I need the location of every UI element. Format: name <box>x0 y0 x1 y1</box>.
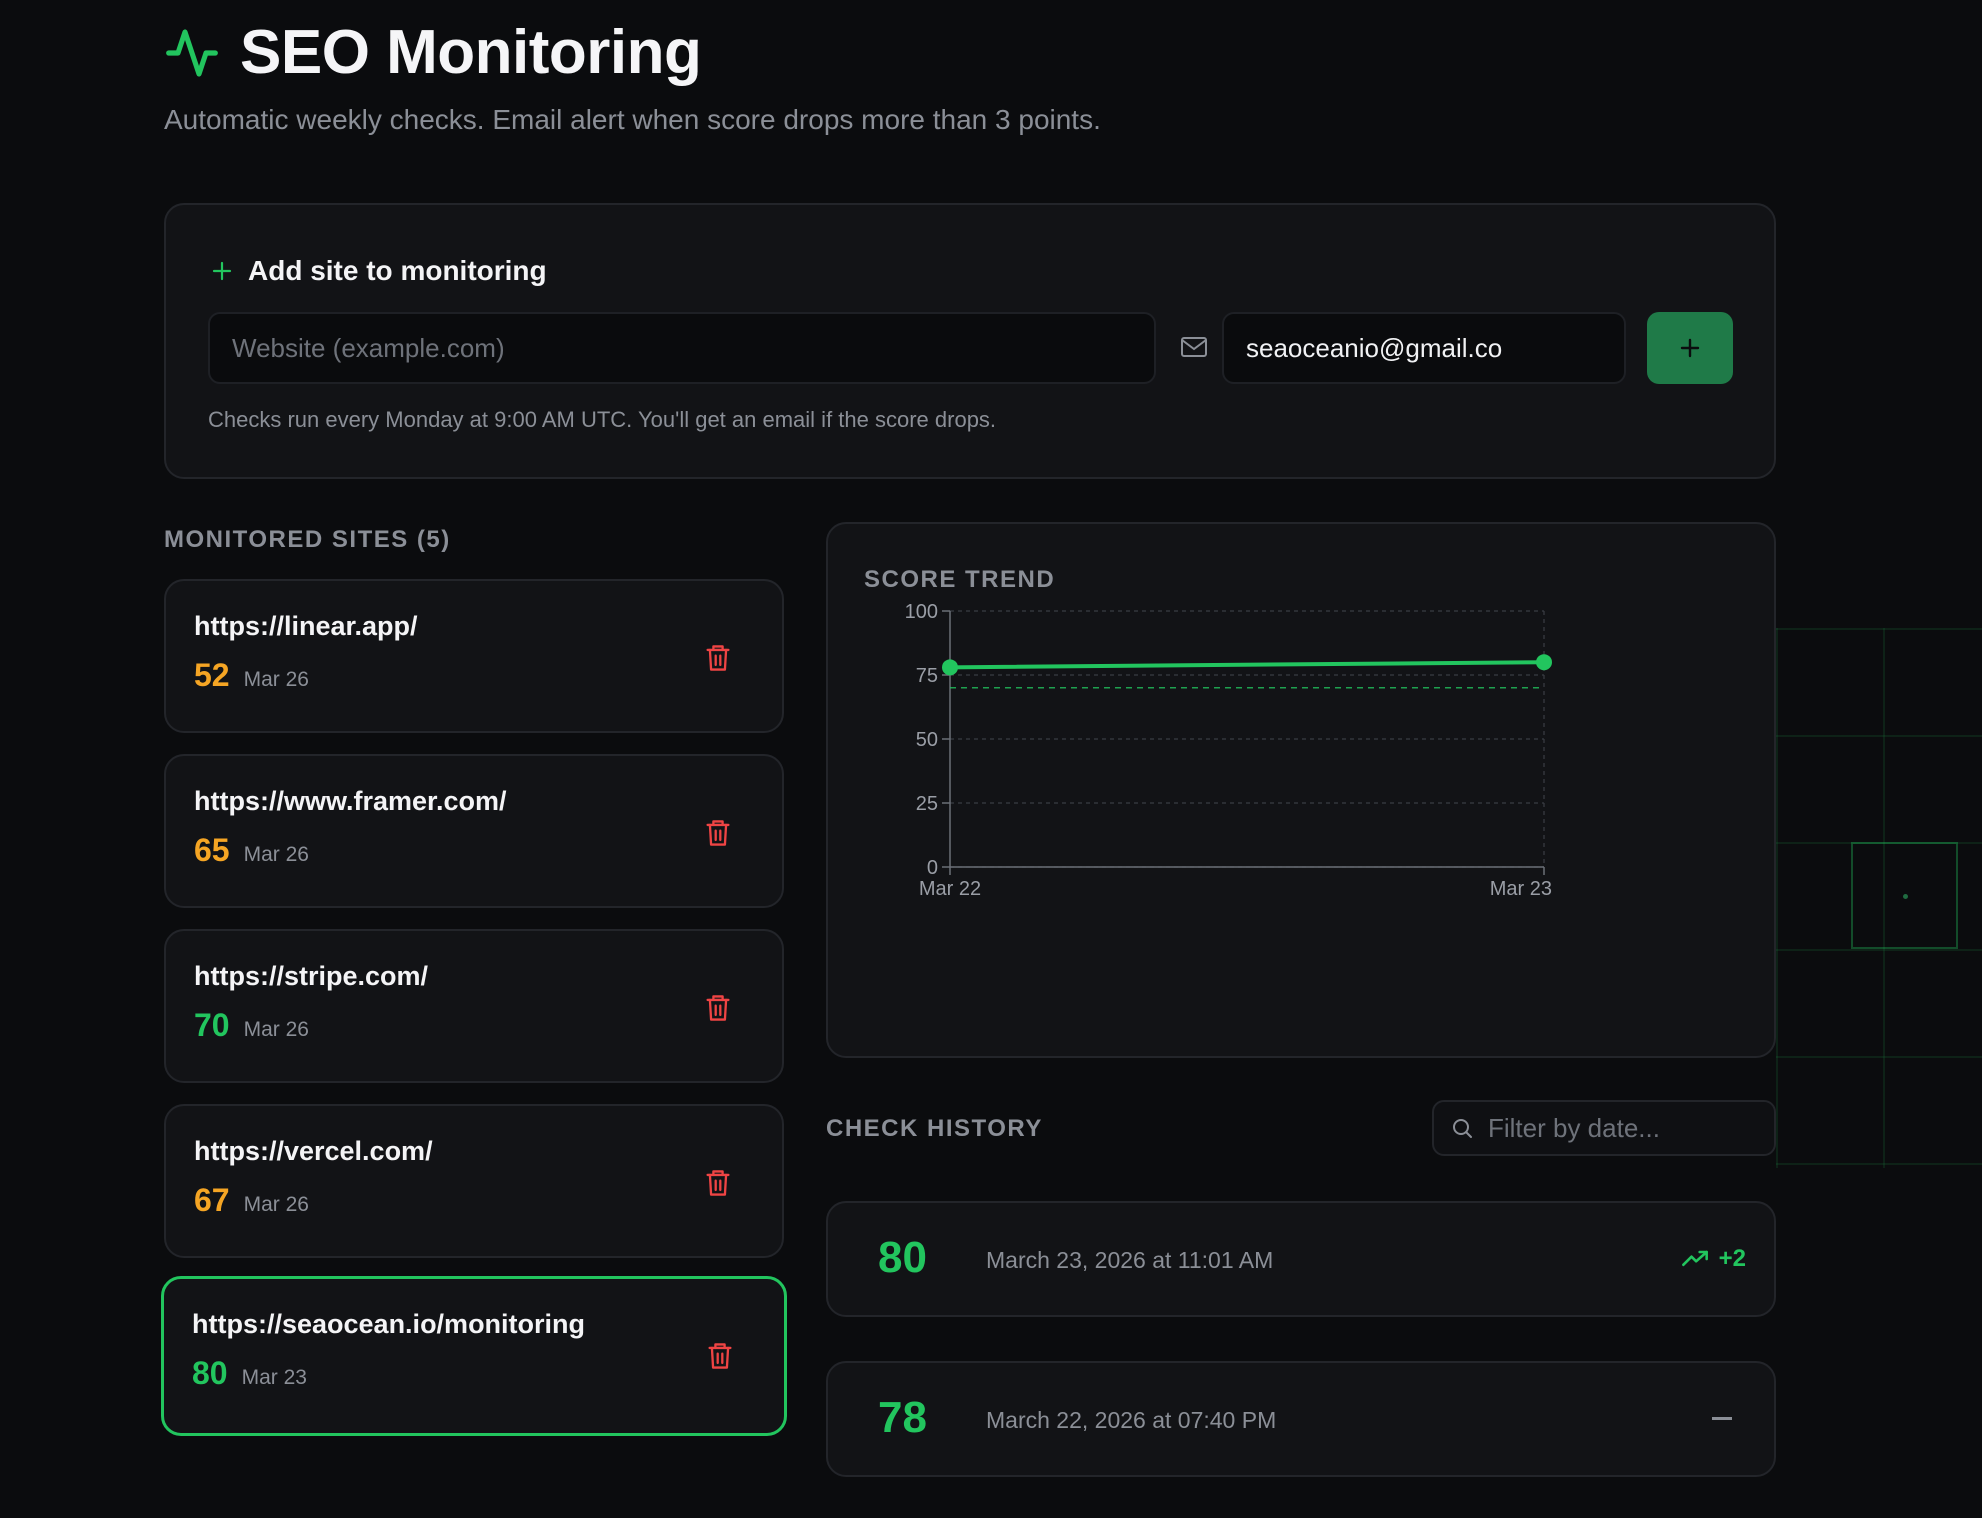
y-tick-label: 0 <box>927 857 938 879</box>
website-input-placeholder: Website (example.com) <box>232 332 505 363</box>
page-subtitle: Automatic weekly checks. Email alert whe… <box>164 104 1101 135</box>
site-url: https://stripe.com/ <box>194 961 429 991</box>
trash-icon[interactable] <box>704 643 732 673</box>
history-row[interactable]: 80 March 23, 2026 at 11:01 AM +2 <box>826 1201 1776 1317</box>
site-url: https://linear.app/ <box>194 611 418 641</box>
data-point <box>1536 654 1552 671</box>
trash-icon[interactable] <box>706 1341 734 1371</box>
trash-icon[interactable] <box>704 818 732 848</box>
site-score: 70 <box>194 1007 230 1043</box>
check-history-label: CHECK HISTORY <box>826 1115 1043 1142</box>
mail-icon <box>1181 337 1207 357</box>
site-meta: 52 Mar 26 <box>194 657 309 694</box>
background-grid-cell <box>1851 842 1958 949</box>
date-filter-input[interactable]: Filter by date... <box>1432 1100 1776 1156</box>
page-title: SEO Monitoring <box>240 18 702 87</box>
site-date: Mar 26 <box>243 668 309 691</box>
site-date: Mar 26 <box>243 1018 309 1041</box>
plus-icon <box>212 261 232 281</box>
site-date: Mar 26 <box>243 1193 309 1216</box>
trash-icon[interactable] <box>704 993 732 1023</box>
site-card[interactable]: https://linear.app/52 Mar 26 <box>164 579 784 733</box>
site-score: 67 <box>194 1182 230 1218</box>
activity-icon <box>166 29 218 77</box>
date-filter-placeholder: Filter by date... <box>1488 1112 1660 1143</box>
email-input-value: seaoceanio@gmail.co <box>1246 332 1503 363</box>
monitored-sites-label: MONITORED SITES (5) <box>164 526 451 553</box>
history-date: March 22, 2026 at 07:40 PM <box>986 1407 1277 1433</box>
x-tick-label: Mar 23 <box>1490 878 1552 900</box>
no-change-indicator <box>1712 1417 1732 1420</box>
email-input[interactable]: seaoceanio@gmail.co <box>1222 312 1626 384</box>
site-card[interactable]: https://www.framer.com/65 Mar 26 <box>164 754 784 908</box>
score-trend-chart: 0 25 50 75 100 Mar 22 Mar 23 <box>905 601 1552 900</box>
history-row[interactable]: 78 March 22, 2026 at 07:40 PM <box>826 1361 1776 1477</box>
site-score: 52 <box>194 657 230 693</box>
site-score: 65 <box>194 832 230 868</box>
site-card[interactable]: https://vercel.com/67 Mar 26 <box>164 1104 784 1258</box>
history-score: 80 <box>878 1233 927 1282</box>
series-line <box>948 660 1546 670</box>
add-site-button[interactable] <box>1647 312 1733 384</box>
y-tick-label: 25 <box>916 793 938 815</box>
site-meta: 70 Mar 26 <box>194 1007 309 1044</box>
site-date: Mar 23 <box>241 1366 307 1389</box>
site-meta: 65 Mar 26 <box>194 832 309 869</box>
site-url: https://vercel.com/ <box>194 1136 433 1166</box>
plus-icon <box>1680 338 1700 358</box>
website-input[interactable]: Website (example.com) <box>208 312 1156 384</box>
add-site-card: Add site to monitoring Website (example.… <box>164 203 1776 479</box>
search-icon <box>1453 1119 1472 1138</box>
trending-up-icon <box>1681 1250 1708 1267</box>
page-header: SEO Monitoring <box>164 18 702 88</box>
site-url: https://www.framer.com/ <box>194 786 507 816</box>
add-site-title: Add site to monitoring <box>248 255 547 286</box>
y-tick-label: 50 <box>916 729 938 751</box>
site-card[interactable]: https://stripe.com/70 Mar 26 <box>164 929 784 1083</box>
site-meta: 67 Mar 26 <box>194 1182 309 1219</box>
site-date: Mar 26 <box>243 843 309 866</box>
score-trend-card: SCORE TREND 0 25 50 75 100 Mar 22 Mar 23 <box>826 522 1776 1058</box>
site-meta: 80 Mar 23 <box>192 1355 307 1392</box>
schedule-note: Checks run every Monday at 9:00 AM UTC. … <box>208 407 997 432</box>
site-score: 80 <box>192 1355 228 1391</box>
history-score: 78 <box>878 1393 927 1442</box>
y-tick-label: 75 <box>916 665 938 687</box>
site-url: https://seaocean.io/monitoring <box>192 1309 586 1339</box>
data-point <box>942 659 958 676</box>
add-site-heading: Add site to monitoring <box>210 255 547 287</box>
history-delta: +2 <box>1681 1245 1746 1273</box>
site-card[interactable]: https://seaocean.io/monitoring 80 Mar 23 <box>161 1276 787 1436</box>
trash-icon[interactable] <box>704 1168 732 1198</box>
x-tick-label: Mar 22 <box>919 878 981 900</box>
y-tick-label: 100 <box>905 601 938 623</box>
history-date: March 23, 2026 at 11:01 AM <box>986 1247 1274 1273</box>
history-delta-value: +2 <box>1718 1245 1746 1272</box>
